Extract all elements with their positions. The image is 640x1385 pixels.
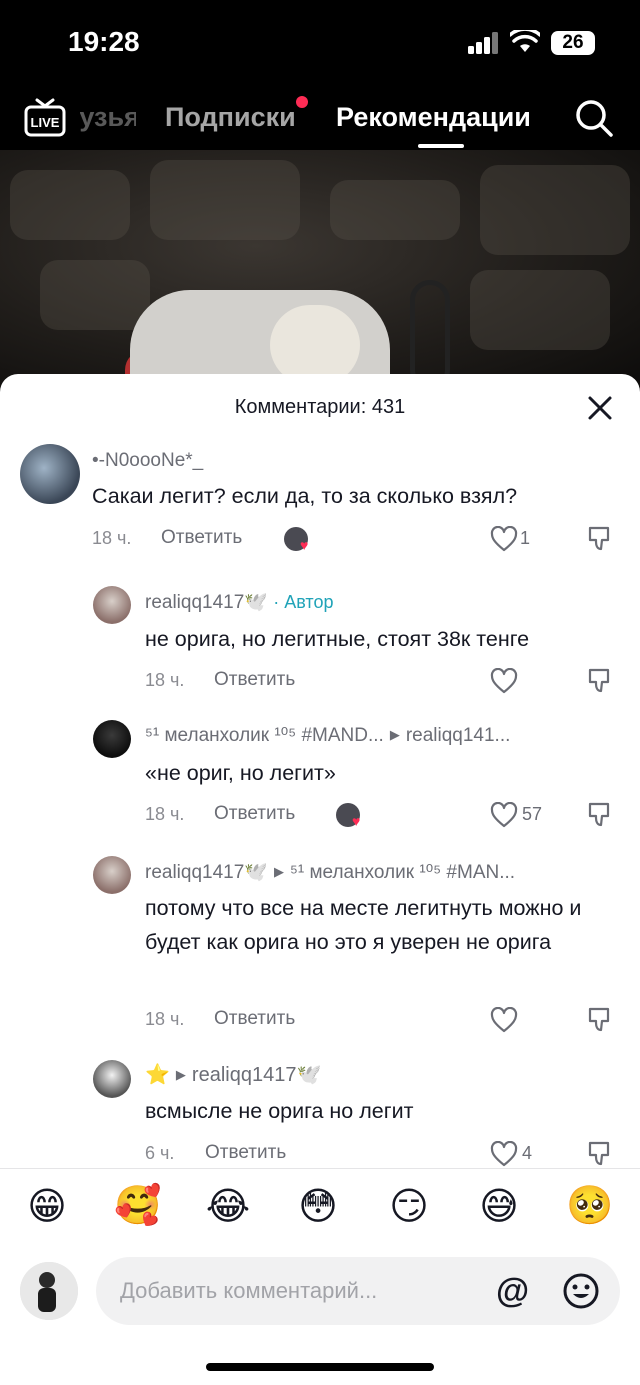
thumbs-down-icon[interactable] <box>586 1006 614 1034</box>
comment-text: «не ориг, но легит» <box>145 761 336 785</box>
tab-subscriptions[interactable]: Подписки <box>165 96 308 133</box>
battery-indicator: 26 <box>551 31 595 55</box>
comment-item: •-N0oooNe*_ Сакаи легит? если да, то за … <box>0 442 640 562</box>
reply-button[interactable]: Ответить <box>205 1142 286 1164</box>
comment-text: Сакаи легит? если да, то за сколько взял… <box>92 484 518 508</box>
reply-button[interactable]: Ответить <box>161 527 242 549</box>
reply-button[interactable]: Ответить <box>214 669 295 691</box>
avatar[interactable] <box>93 856 131 894</box>
home-indicator <box>206 1363 434 1371</box>
thumbs-down-icon[interactable] <box>586 667 614 695</box>
comment-input-placeholder: Добавить комментарий... <box>120 1278 378 1303</box>
heart-outline-icon[interactable] <box>490 668 518 694</box>
emoji-tears-of-joy[interactable]: 😂 <box>205 1184 251 1229</box>
comment-username[interactable]: •-N0oooNe*_ <box>92 450 203 472</box>
reply-button[interactable]: Ответить <box>214 803 295 825</box>
comment-username[interactable]: ⁵¹ меланхолик ¹⁰⁵ #MAND... ▶ realiqq141... <box>145 724 510 747</box>
current-user-avatar <box>20 1262 78 1320</box>
comment-time: 18 ч. <box>92 528 132 548</box>
comment-text: потому что все на месте легитнуть можно … <box>145 896 582 954</box>
comments-title: Комментарии: 431 <box>234 396 406 418</box>
comment-time: 18 ч. <box>145 1009 185 1029</box>
status-time: 19:28 <box>68 26 140 57</box>
heart-outline-icon[interactable] <box>490 1141 518 1167</box>
comment-time: 18 ч. <box>145 670 185 690</box>
emoji-flushed[interactable]: 😳 <box>295 1184 341 1229</box>
emoji-pleading[interactable]: 🥺 <box>566 1184 613 1228</box>
thumbs-down-icon[interactable] <box>586 525 614 553</box>
emoji-grin[interactable]: 😁 <box>24 1184 70 1229</box>
wifi-icon <box>510 30 540 52</box>
avatar[interactable] <box>93 720 131 758</box>
comment-reply: ⁵¹ меланхолик ¹⁰⁵ #MAND... ▶ realiqq141...… <box>0 718 640 838</box>
emoji-smiling-hearts[interactable]: 🥰 <box>114 1184 161 1228</box>
author-badge: · Автор <box>273 592 334 612</box>
like-count: 4 <box>522 1143 533 1163</box>
comment-input[interactable]: Добавить комментарий... @ <box>96 1257 620 1325</box>
divider <box>0 1168 640 1169</box>
emoji-bar: 😁 🥰 😂 😳 😏 😅 🥺 <box>0 1184 640 1244</box>
comment-reply: realiqq1417🕊️ · Автор не орига, но легит… <box>0 584 640 704</box>
emoji-sweat-smile[interactable]: 😅 <box>476 1184 522 1229</box>
comment-username[interactable]: ⭐ ▶ realiqq1417🕊️ <box>145 1062 321 1087</box>
status-bar: 19:28 26 <box>0 0 640 90</box>
mention-at-icon[interactable]: @ <box>496 1272 529 1311</box>
comment-reply: ⭐ ▶ realiqq1417🕊️ всмысле не орига но леги… <box>0 1058 640 1168</box>
like-count: 57 <box>522 804 543 824</box>
tab-friends[interactable]: Друзья <box>80 102 136 133</box>
video-preview[interactable] <box>0 150 640 390</box>
comment-text: всмысле не орига но легит <box>145 1099 414 1123</box>
thumbs-down-icon[interactable] <box>586 1140 614 1168</box>
search-icon[interactable] <box>574 98 614 138</box>
heart-badge-icon: ♥ <box>300 537 309 553</box>
comment-reply: realiqq1417🕊️ ▶ ⁵¹ меланхолик ¹⁰⁵ #MAN... … <box>0 854 640 1044</box>
top-nav: LIVE Друзья Подписки Рекомендации <box>0 90 640 150</box>
notification-dot <box>295 96 308 108</box>
close-icon[interactable] <box>586 394 614 422</box>
avatar[interactable] <box>93 1060 131 1098</box>
svg-text:LIVE: LIVE <box>31 115 60 130</box>
reply-target[interactable]: realiqq1417🕊️ <box>192 1064 321 1086</box>
avatar[interactable] <box>93 586 131 624</box>
comment-time: 6 ч. <box>145 1143 175 1163</box>
comment-text: не орига, но легитные, стоят 38к тенге <box>145 627 530 651</box>
active-tab-indicator <box>418 144 464 148</box>
cellular-signal-icon <box>468 32 498 54</box>
comment-username[interactable]: realiqq1417🕊️ ▶ ⁵¹ меланхолик ¹⁰⁵ #MAN... <box>145 860 515 884</box>
tab-recommendations[interactable]: Рекомендации <box>336 102 531 133</box>
heart-badge-icon: ♥ <box>352 813 361 829</box>
reply-target[interactable]: ⁵¹ меланхолик ¹⁰⁵ #MAN... <box>290 862 515 883</box>
live-tv-icon[interactable]: LIVE <box>24 97 66 139</box>
reply-button[interactable]: Ответить <box>214 1008 295 1030</box>
emoji-picker-icon[interactable] <box>562 1272 600 1310</box>
avatar[interactable] <box>20 444 80 504</box>
reply-target[interactable]: realiqq141... <box>406 725 511 746</box>
comment-time: 18 ч. <box>145 804 185 824</box>
heart-outline-icon[interactable] <box>490 1007 518 1033</box>
thumbs-down-icon[interactable] <box>586 801 614 829</box>
heart-outline-icon[interactable] <box>490 802 518 828</box>
emoji-smirk[interactable]: 😏 <box>386 1184 432 1229</box>
like-count: 1 <box>520 528 531 548</box>
comment-username[interactable]: realiqq1417🕊️ · Автор <box>145 590 333 614</box>
heart-outline-icon[interactable] <box>490 526 518 552</box>
